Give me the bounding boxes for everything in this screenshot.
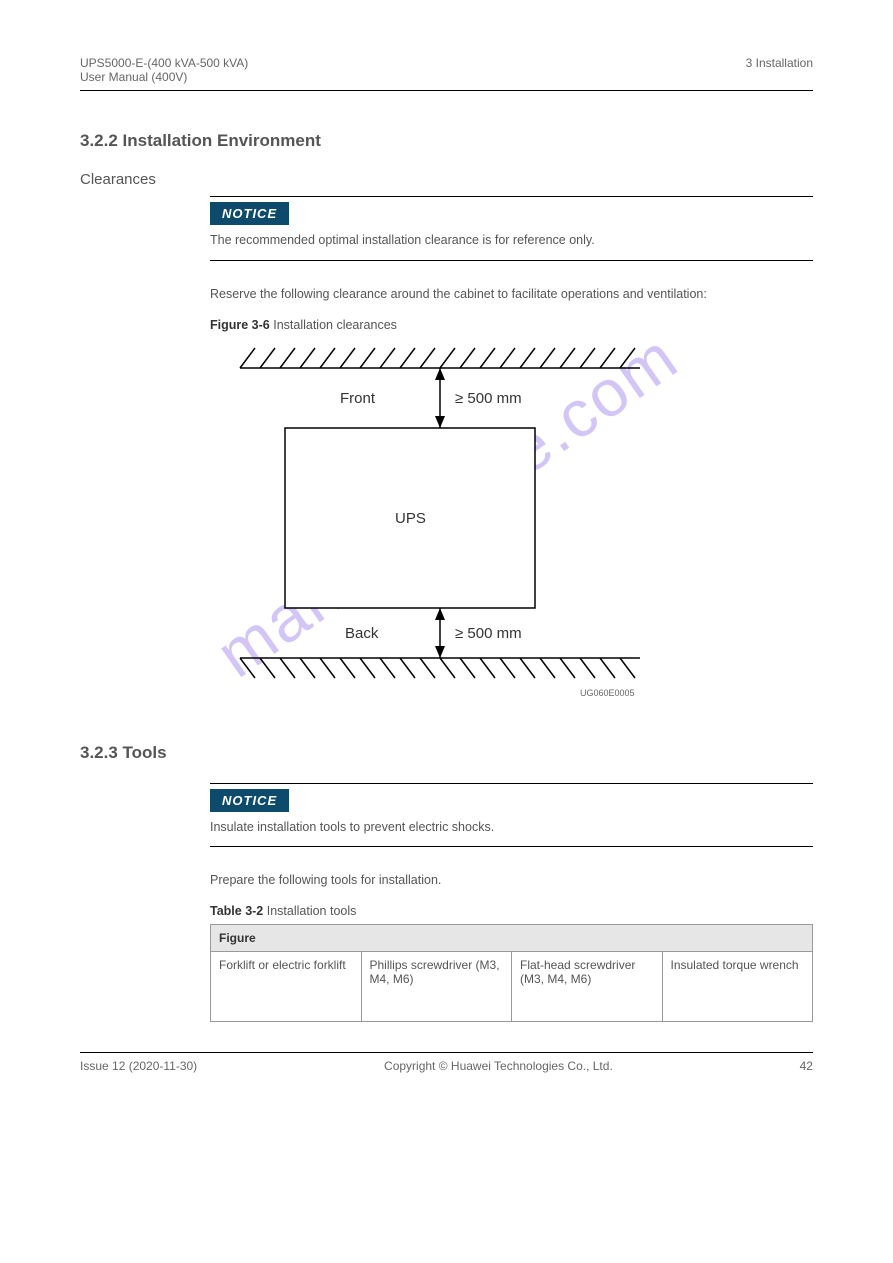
notice-text-clearances: The recommended optimal installation cle… [210,231,813,250]
tool-cell: Insulated torque wrench [662,952,813,1022]
clearance-diagram: Front ≥ 500 mm UPS Back ≥ 500 mm [210,338,670,708]
footer-right: 42 [800,1059,813,1073]
diagram-front-label: Front [340,390,376,407]
tools-paragraph: Prepare the following tools for installa… [210,871,813,890]
table-row: Forklift or electric forklift Phillips s… [211,952,813,1022]
tool-cell: Forklift or electric forklift [211,952,362,1022]
notice-badge: NOTICE [210,202,289,225]
diagram-code: UG060E0005 [580,688,635,698]
section-heading-environment: 3.2.2 Installation Environment [80,131,813,151]
notice-block-clearances: NOTICE The recommended optimal installat… [210,196,813,261]
clearances-paragraph: Reserve the following clearance around t… [210,285,813,304]
notice-bottom-rule-tools [210,846,813,847]
diagram-back-label: Back [345,625,379,642]
page-header: UPS5000-E-(400 kVA-500 kVA) User Manual … [80,56,813,90]
notice-top-rule-tools [210,783,813,784]
header-left-line2: User Manual (400V) [80,70,248,84]
main-content: UPS5000-E-(400 kVA-500 kVA) User Manual … [80,56,813,1073]
diagram-center: UPS [395,510,426,527]
diagram-front-dim: ≥ 500 mm [455,390,522,407]
notice-bottom-rule [210,260,813,261]
table-label-text: Installation tools [263,904,356,918]
figure-clearances: Front ≥ 500 mm UPS Back ≥ 500 mm [210,338,813,713]
subsection-clearances: Clearances [80,171,813,188]
header-left-line1: UPS5000-E-(400 kVA-500 kVA) [80,56,248,70]
header-right: 3 Installation [746,56,813,84]
tool-cell: Flat-head screwdriver (M3, M4, M6) [512,952,663,1022]
figure-label: Figure 3-6 Installation clearances [210,318,813,332]
table-label-bold: Table 3-2 [210,904,263,918]
notice-block-tools: NOTICE Insulate installation tools to pr… [210,783,813,848]
table-label: Table 3-2 Installation tools [210,904,813,918]
notice-text-tools: Insulate installation tools to prevent e… [210,818,813,837]
page-footer: Issue 12 (2020-11-30) Copyright © Huawei… [80,1059,813,1073]
footer-left: Issue 12 (2020-11-30) [80,1059,197,1073]
figure-label-text: Installation clearances [270,318,397,332]
tools-table: Figure Forklift or electric forklift Phi… [210,924,813,1022]
tool-cell: Phillips screwdriver (M3, M4, M6) [361,952,512,1022]
notice-top-rule [210,196,813,197]
notice-badge-tools: NOTICE [210,789,289,812]
header-left: UPS5000-E-(400 kVA-500 kVA) User Manual … [80,56,248,84]
figure-label-bold: Figure 3-6 [210,318,270,332]
footer-center: Copyright © Huawei Technologies Co., Ltd… [384,1059,613,1073]
tools-table-header: Figure [211,925,813,952]
header-divider [80,90,813,91]
section-heading-tools: 3.2.3 Tools [80,743,813,763]
footer-divider [80,1052,813,1053]
diagram-back-dim: ≥ 500 mm [455,625,522,642]
